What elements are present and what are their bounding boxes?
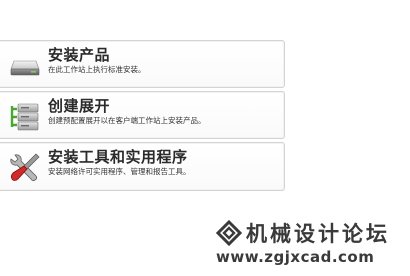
- install-product-button[interactable]: 安装产品 在此工作站上执行标准安装。: [0, 40, 285, 88]
- install-product-title: 安装产品: [48, 46, 111, 64]
- install-tools-title: 安装工具和实用程序: [48, 148, 188, 166]
- watermark: 机械设计论坛 www.zgjxcad.com: [215, 218, 406, 268]
- deploy-icon: [9, 100, 41, 132]
- tools-icon: [9, 151, 41, 183]
- install-tools-description: 安装网络许可实用程序、管理和报告工具。: [48, 167, 191, 176]
- create-deployment-description: 创建预配置展开以在客户端工作站上安装产品。: [48, 116, 206, 125]
- create-deployment-button[interactable]: 创建展开 创建预配置展开以在客户端工作站上安装产品。: [0, 91, 285, 139]
- installer-window: 安装产品 在此工作站上执行标准安装。 创建展开 创建预配置展开以在客户端工作站上…: [0, 0, 410, 276]
- watermark-url: www.zgjxcad.com: [216, 248, 375, 266]
- drive-icon: [9, 49, 41, 81]
- watermark-forum-name: 机械设计论坛: [246, 221, 390, 246]
- install-tools-button[interactable]: 安装工具和实用程序 安装网络许可实用程序、管理和报告工具。: [0, 142, 285, 191]
- forum-logo-icon: [215, 219, 243, 247]
- install-product-description: 在此工作站上执行标准安装。: [48, 65, 146, 74]
- create-deployment-title: 创建展开: [48, 97, 111, 115]
